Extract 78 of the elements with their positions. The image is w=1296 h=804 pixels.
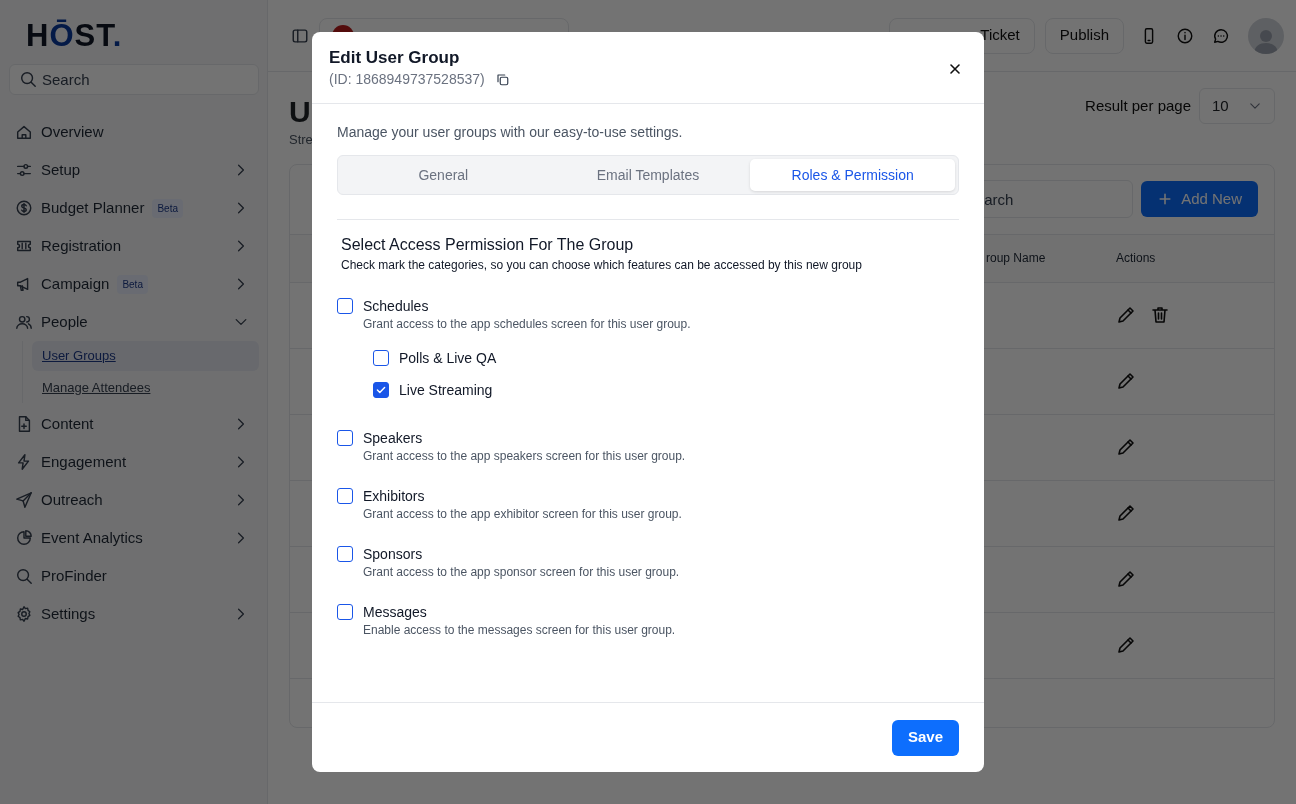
permission-label: Polls & Live QA — [399, 348, 497, 368]
group-id: (ID: 1868949737528537) — [329, 70, 485, 89]
edit-icon[interactable] — [1116, 503, 1136, 523]
edit-icon[interactable] — [1116, 635, 1136, 655]
column-header: Actions — [1116, 250, 1156, 267]
search-field[interactable]: Search — [9, 64, 259, 95]
section-subtitle: Check mark the categories, so you can choose which features can be accessed by this new group — [340, 257, 863, 274]
pie-chart-icon — [15, 529, 33, 547]
sidebar-item[interactable]: ProFinder — [9, 557, 259, 595]
search-icon — [19, 70, 37, 88]
sidebar-subitem[interactable]: User Groups — [32, 341, 259, 371]
dollar-icon — [15, 199, 33, 217]
beta-badge: Beta — [152, 198, 183, 218]
modal-title: Edit User Group — [329, 47, 461, 69]
home-icon — [15, 123, 33, 141]
logo-text: Ō — [49, 18, 75, 53]
page-title: U — [289, 94, 311, 130]
checkbox[interactable] — [337, 546, 353, 562]
section-title: Select Access Permission For The Group — [340, 235, 635, 255]
permission-label: Live Streaming — [399, 380, 493, 400]
copy-icon[interactable] — [494, 72, 510, 87]
add-new-button[interactable]: Add New — [1141, 181, 1258, 217]
edit-icon[interactable] — [1116, 437, 1136, 457]
people-icon — [15, 313, 33, 331]
tab[interactable]: Email Templates — [545, 159, 751, 191]
sidebar-item[interactable]: Content — [9, 405, 259, 443]
sidebar-item[interactable]: Event Analytics — [9, 519, 259, 557]
logo-text: ST — [74, 18, 113, 53]
permission-label: Exhibitors — [363, 486, 425, 506]
checkbox[interactable] — [337, 298, 353, 314]
permission-description: Grant access to the app speakers screen for this user group. — [362, 448, 687, 464]
delete-icon[interactable] — [1150, 305, 1170, 325]
search-icon — [15, 567, 33, 585]
sidebar-item[interactable]: Overview — [9, 113, 259, 151]
publish-button[interactable]: Publish — [1044, 17, 1124, 54]
result-per-page-label: Result per page — [1085, 95, 1191, 116]
settings-icon — [15, 605, 33, 623]
permission-description: Grant access to the app exhibitor screen for this user group. — [362, 506, 683, 522]
check-icon — [375, 384, 387, 396]
sidebar-item[interactable]: Settings — [9, 595, 259, 633]
info-icon — [1176, 26, 1194, 45]
checkbox[interactable] — [373, 350, 389, 366]
sidebar-item[interactable]: Outreach — [9, 481, 259, 519]
logo-text: H — [26, 18, 50, 53]
chat-icon — [1212, 26, 1230, 45]
permission-description: Enable access to the messages screen for this user group. — [362, 622, 677, 638]
permission-description: Grant access to the app schedules screen for this user group. — [362, 316, 692, 332]
sidebar-item[interactable]: Campaign Beta — [9, 265, 259, 303]
modal-description: Manage your user groups with our easy-to-use settings. — [337, 123, 684, 142]
edit-icon[interactable] — [1116, 305, 1136, 325]
permission-label: Speakers — [363, 428, 423, 448]
page-size-select[interactable]: 10 — [1199, 88, 1275, 124]
checkbox[interactable] — [337, 488, 353, 504]
sidebar-item[interactable]: Budget Planner Beta — [9, 189, 259, 227]
permission-label: Sponsors — [363, 544, 423, 564]
sidebar-item[interactable]: People — [9, 303, 259, 341]
send-icon — [15, 491, 33, 509]
sidebar-toggle-icon — [291, 26, 309, 45]
permission-label: Schedules — [363, 296, 429, 316]
checkbox[interactable] — [337, 604, 353, 620]
sidebar-item[interactable]: Setup — [9, 151, 259, 189]
checkbox[interactable] — [373, 382, 389, 398]
permission-description: Grant access to the app sponsor screen for this user group. — [362, 564, 681, 580]
sliders-icon — [15, 161, 33, 179]
edit-icon[interactable] — [1116, 371, 1136, 391]
close-icon — [947, 61, 963, 77]
permission-label: Messages — [363, 602, 427, 622]
save-button[interactable]: Save — [891, 719, 959, 756]
column-header: roup Name — [986, 251, 1046, 265]
beta-badge: Beta — [117, 274, 148, 294]
page-subtitle: Stre — [289, 131, 314, 149]
tab[interactable]: Roles & Permission — [750, 159, 955, 191]
checkbox[interactable] — [337, 430, 353, 446]
sidebar-subitem[interactable]: Manage Attendees — [32, 373, 259, 403]
sidebar-item[interactable]: Engagement — [9, 443, 259, 481]
edit-icon[interactable] — [1116, 569, 1136, 589]
sidebar-item[interactable]: Registration — [9, 227, 259, 265]
tab[interactable]: General — [341, 159, 546, 191]
